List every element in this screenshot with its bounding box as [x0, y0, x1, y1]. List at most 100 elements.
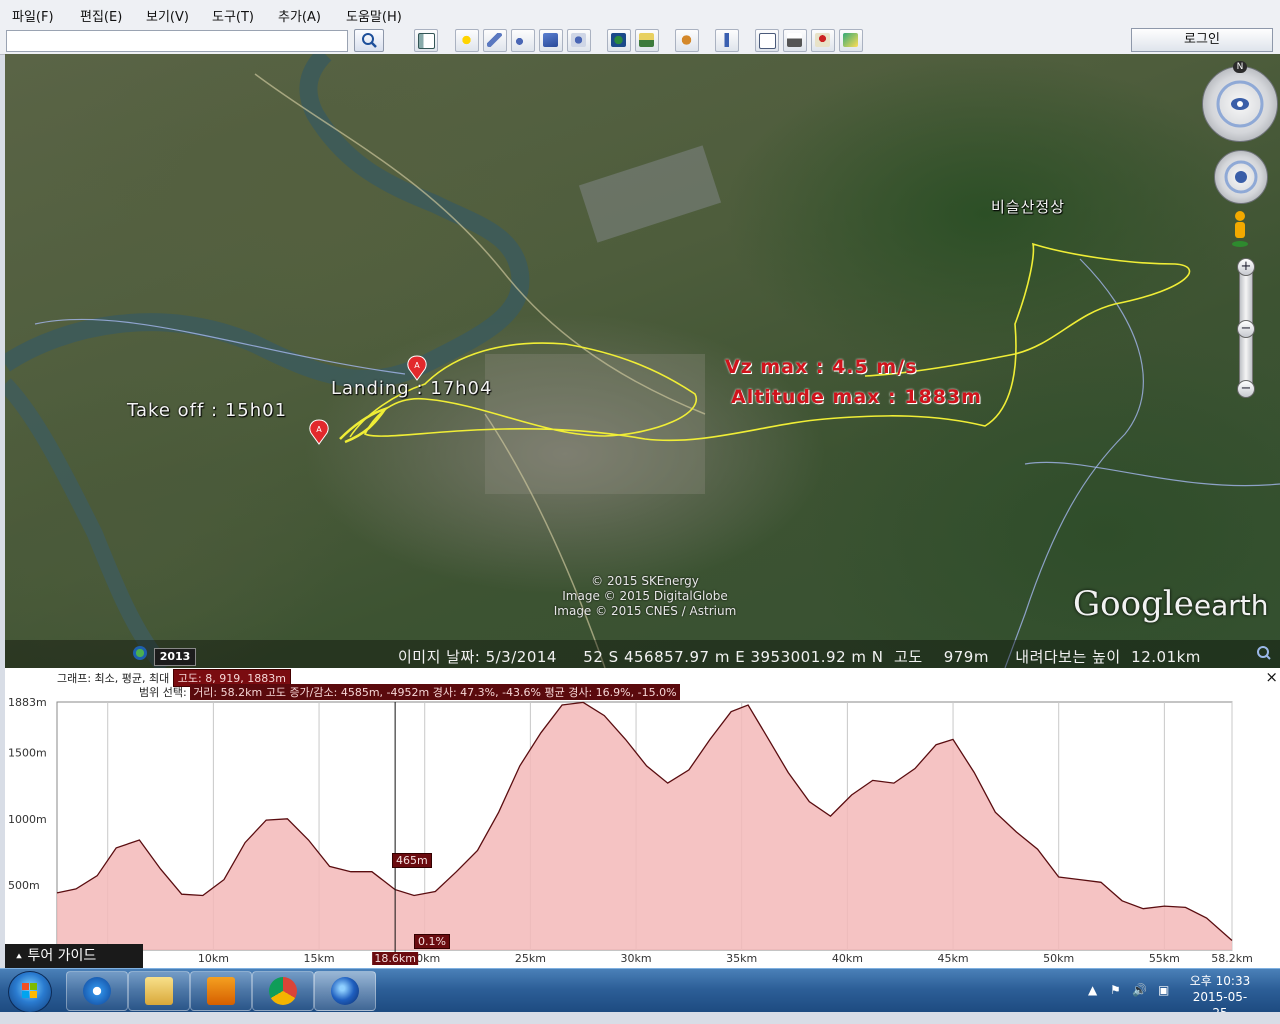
ie-icon	[83, 977, 111, 1005]
x-tick-label: 15km	[304, 952, 335, 965]
x-tick-label: 35km	[726, 952, 757, 965]
planet-switch-button[interactable]	[675, 29, 699, 52]
google-earth-icon	[331, 977, 359, 1005]
print-icon	[787, 33, 802, 47]
landing-label: Landing : 17h04	[331, 378, 493, 399]
hand-icon	[1224, 160, 1258, 194]
x-tick-label: 45km	[937, 952, 968, 965]
login-button[interactable]: 로그인	[1131, 28, 1273, 52]
windows-taskbar: ▲ ⚑ 🔊 ▣ 오후 10:33 2015-05-25	[0, 968, 1280, 1020]
chevron-up-icon: ⯅	[15, 952, 23, 963]
start-button[interactable]	[8, 971, 52, 1013]
pin-letter: A	[414, 361, 420, 370]
camera-icon	[571, 33, 586, 47]
chrome-icon	[269, 977, 297, 1005]
move-control[interactable]	[1214, 150, 1268, 204]
volume-icon[interactable]: 🔊	[1132, 983, 1147, 997]
search-button[interactable]	[354, 29, 384, 52]
folder-icon	[145, 977, 173, 1005]
polygon-icon	[487, 33, 502, 47]
x-tick-label: 55km	[1149, 952, 1180, 965]
image-icon	[843, 33, 858, 47]
add-polygon-button[interactable]	[483, 29, 507, 52]
add-path-button[interactable]	[511, 29, 535, 52]
historical-imagery-button[interactable]	[607, 29, 631, 52]
zoom-in-button[interactable]: +	[1237, 258, 1255, 276]
historical-imagery-icon[interactable]	[133, 646, 147, 660]
network-icon[interactable]: ▣	[1158, 983, 1169, 997]
x-tick-label: 30km	[620, 952, 651, 965]
menu-view[interactable]: 보기(V)	[146, 6, 189, 25]
look-control[interactable]: N	[1202, 61, 1278, 142]
credit-line: Image © 2015 CNES / Astrium	[553, 604, 737, 618]
planet-icon	[679, 33, 694, 47]
streaming-icon	[1257, 646, 1271, 660]
cursor-value-label: 465m	[392, 853, 432, 868]
tour-guide-button[interactable]: ⯅ 투어 가이드	[5, 944, 143, 968]
zoom-out-button[interactable]: −	[1237, 380, 1255, 398]
takeoff-label: Take off : 15h01	[127, 400, 288, 421]
pegman-icon	[1232, 211, 1248, 247]
map-view[interactable]: A A 비슬산정상 Take off : 15h01 Landing : 17h…	[5, 54, 1280, 668]
city-area	[485, 354, 705, 494]
windows-logo-icon	[22, 983, 37, 998]
sidebar-icon	[418, 33, 435, 49]
y-tick-label: 1000m	[8, 813, 47, 826]
eye-icon	[1216, 80, 1264, 128]
google-earth-logo: Googleearth	[1073, 584, 1268, 624]
sidebar-toggle-button[interactable]	[414, 29, 438, 52]
action-center-flag-icon[interactable]: ⚑	[1110, 983, 1121, 997]
menu-add[interactable]: 추가(A)	[278, 6, 321, 25]
add-placemark-button[interactable]	[455, 29, 479, 52]
overlay-icon	[543, 33, 558, 47]
street-view-pegman[interactable]	[1231, 210, 1249, 248]
taskbar-google-earth[interactable]	[314, 971, 376, 1011]
boundary-line	[1024, 461, 1280, 487]
clock-icon	[611, 33, 626, 47]
view-in-maps-button[interactable]	[811, 29, 835, 52]
taskbar-explorer[interactable]	[128, 971, 190, 1011]
maps-icon	[815, 33, 830, 47]
pin-letter: A	[316, 425, 322, 434]
menu-edit[interactable]: 편집(E)	[80, 6, 122, 25]
status-text: 이미지 날짜: 5/3/2014 52 S 456857.97 m E 3953…	[398, 648, 1201, 666]
print-button[interactable]	[783, 29, 807, 52]
elevation-chart[interactable]: 1883m1500m1000m500m8m5km10km15km20km25km…	[5, 668, 1280, 968]
cursor-grade-label: 0.1%	[414, 934, 450, 949]
ruler-icon	[719, 33, 734, 47]
river	[5, 54, 530, 388]
taskbar-media-player[interactable]	[190, 971, 252, 1011]
cursor-distance-label: 18.6km	[374, 952, 416, 965]
menu-help[interactable]: 도움말(H)	[346, 6, 402, 25]
menu-file[interactable]: 파일(F)	[12, 6, 54, 25]
altitude-max-label: Altitude max : 1883m	[731, 386, 982, 408]
menu-bar: 파일(F) 편집(E) 보기(V) 도구(T) 추가(A) 도움말(H)	[0, 0, 1280, 29]
screen-bottom-edge	[0, 1012, 1280, 1024]
x-tick-label: 58.2km	[1211, 952, 1253, 965]
imagery-credits: © 2015 SKEnergy Image © 2015 DigitalGlob…	[525, 574, 765, 619]
add-overlay-button[interactable]	[539, 29, 563, 52]
sunlight-button[interactable]	[635, 29, 659, 52]
takeoff-pin[interactable]: A	[309, 419, 329, 445]
taskbar-ie[interactable]	[66, 971, 128, 1011]
x-tick-label: 50km	[1043, 952, 1074, 965]
taskbar-chrome[interactable]	[252, 971, 314, 1011]
menu-tools[interactable]: 도구(T)	[212, 6, 254, 25]
show-hidden-icons[interactable]: ▲	[1088, 983, 1097, 997]
record-tour-button[interactable]	[567, 29, 591, 52]
zoom-thumb[interactable]: −	[1237, 320, 1255, 338]
credit-line: © 2015 SKEnergy	[591, 574, 699, 588]
flight-track-thermal	[339, 406, 389, 444]
search-input[interactable]	[6, 30, 348, 52]
logo-earth: earth	[1193, 589, 1269, 622]
x-tick-label: 40km	[832, 952, 863, 965]
place-label: 비슬산정상	[991, 198, 1066, 216]
email-icon	[759, 33, 776, 49]
y-tick-label: 500m	[8, 879, 40, 892]
x-tick-label: 25km	[515, 952, 546, 965]
save-image-button[interactable]	[839, 29, 863, 52]
email-button[interactable]	[755, 29, 779, 52]
search-icon	[362, 33, 377, 48]
ruler-button[interactable]	[715, 29, 739, 52]
vz-max-label: Vz max : 4.5 m/s	[725, 356, 918, 378]
